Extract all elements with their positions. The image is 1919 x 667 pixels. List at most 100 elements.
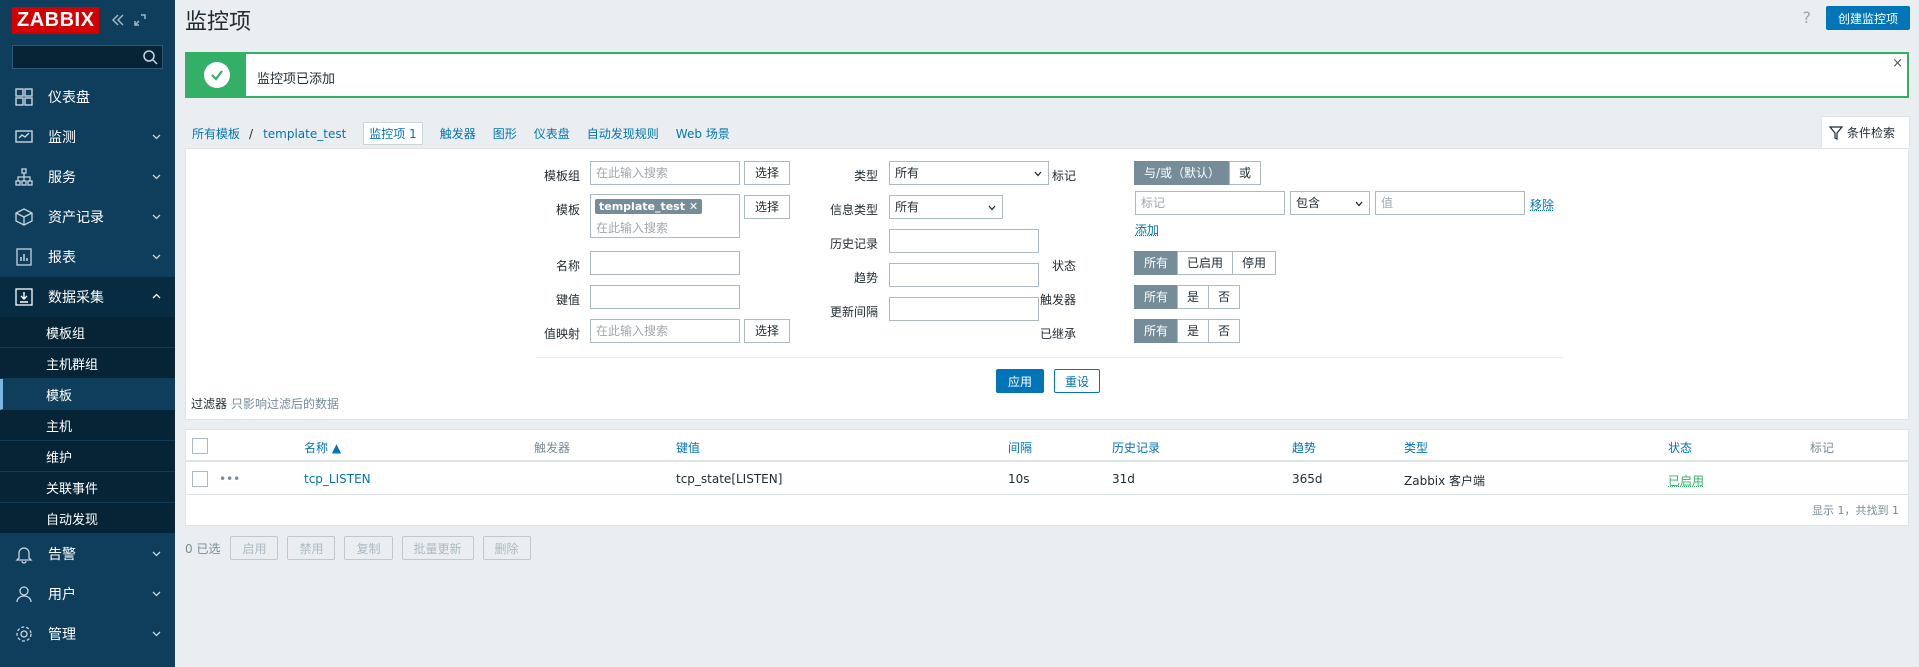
col-key[interactable]: 键值 [676, 439, 700, 456]
create-item-button[interactable]: 创建监控项 [1825, 6, 1910, 30]
item-name-link[interactable]: tcp_LISTEN [304, 472, 371, 486]
breadcrumb-template[interactable]: template_test [263, 127, 346, 141]
name-input[interactable] [590, 251, 740, 275]
zabbix-logo[interactable]: ZABBIX [12, 6, 100, 34]
with-triggers-yes[interactable]: 是 [1177, 285, 1210, 309]
filter-apply-button[interactable]: 应用 [996, 369, 1045, 393]
nav-inventory[interactable]: 资产记录 [0, 197, 175, 237]
state-all[interactable]: 所有 [1134, 251, 1179, 275]
valuemap-input[interactable]: 在此输入搜索 [590, 319, 740, 343]
search-icon[interactable] [142, 49, 158, 65]
select-all-checkbox[interactable] [192, 438, 208, 454]
col-interval[interactable]: 间隔 [1008, 439, 1032, 456]
nav-label: 仪表盘 [48, 90, 90, 106]
reports-icon [16, 248, 32, 266]
nav-administration[interactable]: 管理 [0, 614, 175, 654]
data-collection-icon [15, 288, 33, 306]
delete-button[interactable]: 删除 [482, 536, 531, 560]
kiosk-mode-icon[interactable] [133, 13, 147, 27]
close-icon[interactable]: × [1892, 56, 1903, 71]
item-status-toggle[interactable]: 已启用 [1668, 472, 1704, 489]
col-trends[interactable]: 趋势 [1292, 439, 1316, 456]
table-row: ••• tcp_LISTEN tcp_state[LISTEN] 10s 31d… [186, 463, 1908, 495]
state-disabled[interactable]: 停用 [1232, 251, 1277, 275]
tag-operator-value: 包含 [1296, 196, 1321, 210]
template-chip[interactable]: template_test ✕ [595, 199, 703, 214]
subnav-maintenance[interactable]: 维护 [0, 441, 175, 472]
subnav-hosts[interactable]: 主机 [0, 410, 175, 441]
collapse-sidebar-icon[interactable] [111, 13, 125, 27]
inherited-no[interactable]: 否 [1208, 319, 1241, 343]
success-message-text: 监控项已添加 [257, 72, 336, 87]
administration-icon [16, 626, 32, 642]
interval-label: 更新间隔 [829, 305, 878, 319]
item-history: 31d [1112, 472, 1135, 486]
tab-triggers[interactable]: 触发器 [440, 125, 476, 142]
template-multiselect[interactable]: template_test ✕ 在此输入搜索 [590, 194, 740, 238]
logo-row: ZABBIX [0, 0, 175, 40]
with-triggers-label: 触发器 [1039, 293, 1076, 307]
subnav-discovery[interactable]: 自动发现 [0, 503, 175, 534]
with-triggers-no[interactable]: 否 [1208, 285, 1241, 309]
template-group-input[interactable]: 在此输入搜索 [590, 161, 740, 185]
row-menu-icon[interactable]: ••• [219, 472, 240, 486]
filter-toggle-tab[interactable]: 条件检索 [1821, 116, 1910, 148]
enable-button[interactable]: 启用 [230, 536, 279, 560]
nav-services[interactable]: 服务 [0, 157, 175, 197]
item-interval: 10s [1008, 472, 1030, 486]
subnav-event-correlation[interactable]: 关联事件 [0, 472, 175, 503]
nav-monitoring[interactable]: 监测 [0, 117, 175, 157]
filter-reset-button[interactable]: 重设 [1054, 369, 1101, 393]
chevron-down-icon [152, 591, 161, 597]
nav-alerts[interactable]: 告警 [0, 534, 175, 574]
col-history[interactable]: 历史记录 [1112, 439, 1160, 456]
nav-dashboard[interactable]: 仪表盘 [0, 77, 175, 117]
chevron-up-icon [152, 293, 161, 299]
history-input[interactable] [889, 229, 1039, 253]
template-select-button[interactable]: 选择 [744, 195, 791, 219]
tag-add-link[interactable]: 添加 [1135, 221, 1159, 238]
tab-graphs[interactable]: 图形 [493, 125, 517, 142]
disable-button[interactable]: 禁用 [287, 536, 336, 560]
subnav-templates[interactable]: 模板 [0, 379, 175, 410]
help-icon[interactable]: ? [1803, 8, 1812, 27]
copy-button[interactable]: 复制 [344, 536, 393, 560]
info-type-select[interactable]: 所有 [889, 195, 1003, 219]
tab-discovery-rules[interactable]: 自动发现规则 [587, 125, 659, 142]
col-type[interactable]: 类型 [1404, 439, 1428, 456]
tag-operator-select[interactable]: 包含 [1290, 191, 1370, 215]
subnav-template-groups[interactable]: 模板组 [0, 317, 175, 348]
chevron-down-icon [152, 134, 161, 140]
key-input[interactable] [590, 285, 740, 309]
mass-update-button[interactable]: 批量更新 [401, 536, 474, 560]
state-enabled[interactable]: 已启用 [1177, 251, 1234, 275]
tab-items[interactable]: 监控项 1 [363, 122, 423, 145]
col-name[interactable]: 名称 ▲ [304, 439, 341, 456]
nav-data-collection[interactable]: 数据采集 [0, 277, 175, 317]
tags-mode-or[interactable]: 或 [1229, 161, 1262, 185]
sidebar: ZABBIX 仪表盘 监测 服务 资产记录 报表 数据采集 模板组 主机群组 模… [0, 0, 175, 667]
subnav-host-groups[interactable]: 主机群组 [0, 348, 175, 379]
with-triggers-all[interactable]: 所有 [1134, 285, 1179, 309]
tab-dashboards[interactable]: 仪表盘 [534, 125, 570, 142]
nav-users[interactable]: 用户 [0, 574, 175, 614]
info-type-label: 信息类型 [829, 203, 878, 217]
tag-value-input[interactable]: 值 [1375, 191, 1525, 215]
tags-mode-and-or[interactable]: 与/或（默认） [1134, 161, 1231, 185]
monitoring-icon [15, 130, 33, 143]
inherited-all[interactable]: 所有 [1134, 319, 1179, 343]
template-group-select-button[interactable]: 选择 [744, 161, 791, 185]
nav-label: 监测 [48, 130, 76, 146]
sidebar-controls [111, 13, 147, 27]
sidebar-search-input[interactable] [13, 46, 162, 68]
row-checkbox[interactable] [192, 471, 208, 487]
col-status[interactable]: 状态 [1668, 439, 1692, 456]
tag-remove-link[interactable]: 移除 [1530, 196, 1554, 213]
filter-tab-label: 条件检索 [1847, 126, 1896, 140]
nav-reports[interactable]: 报表 [0, 237, 175, 277]
tab-web-scenarios[interactable]: Web 场景 [676, 125, 730, 142]
valuemap-select-button[interactable]: 选择 [744, 319, 791, 343]
tag-name-input[interactable]: 标记 [1135, 191, 1285, 215]
inherited-yes[interactable]: 是 [1177, 319, 1210, 343]
breadcrumb-all-templates[interactable]: 所有模板 [192, 125, 240, 142]
